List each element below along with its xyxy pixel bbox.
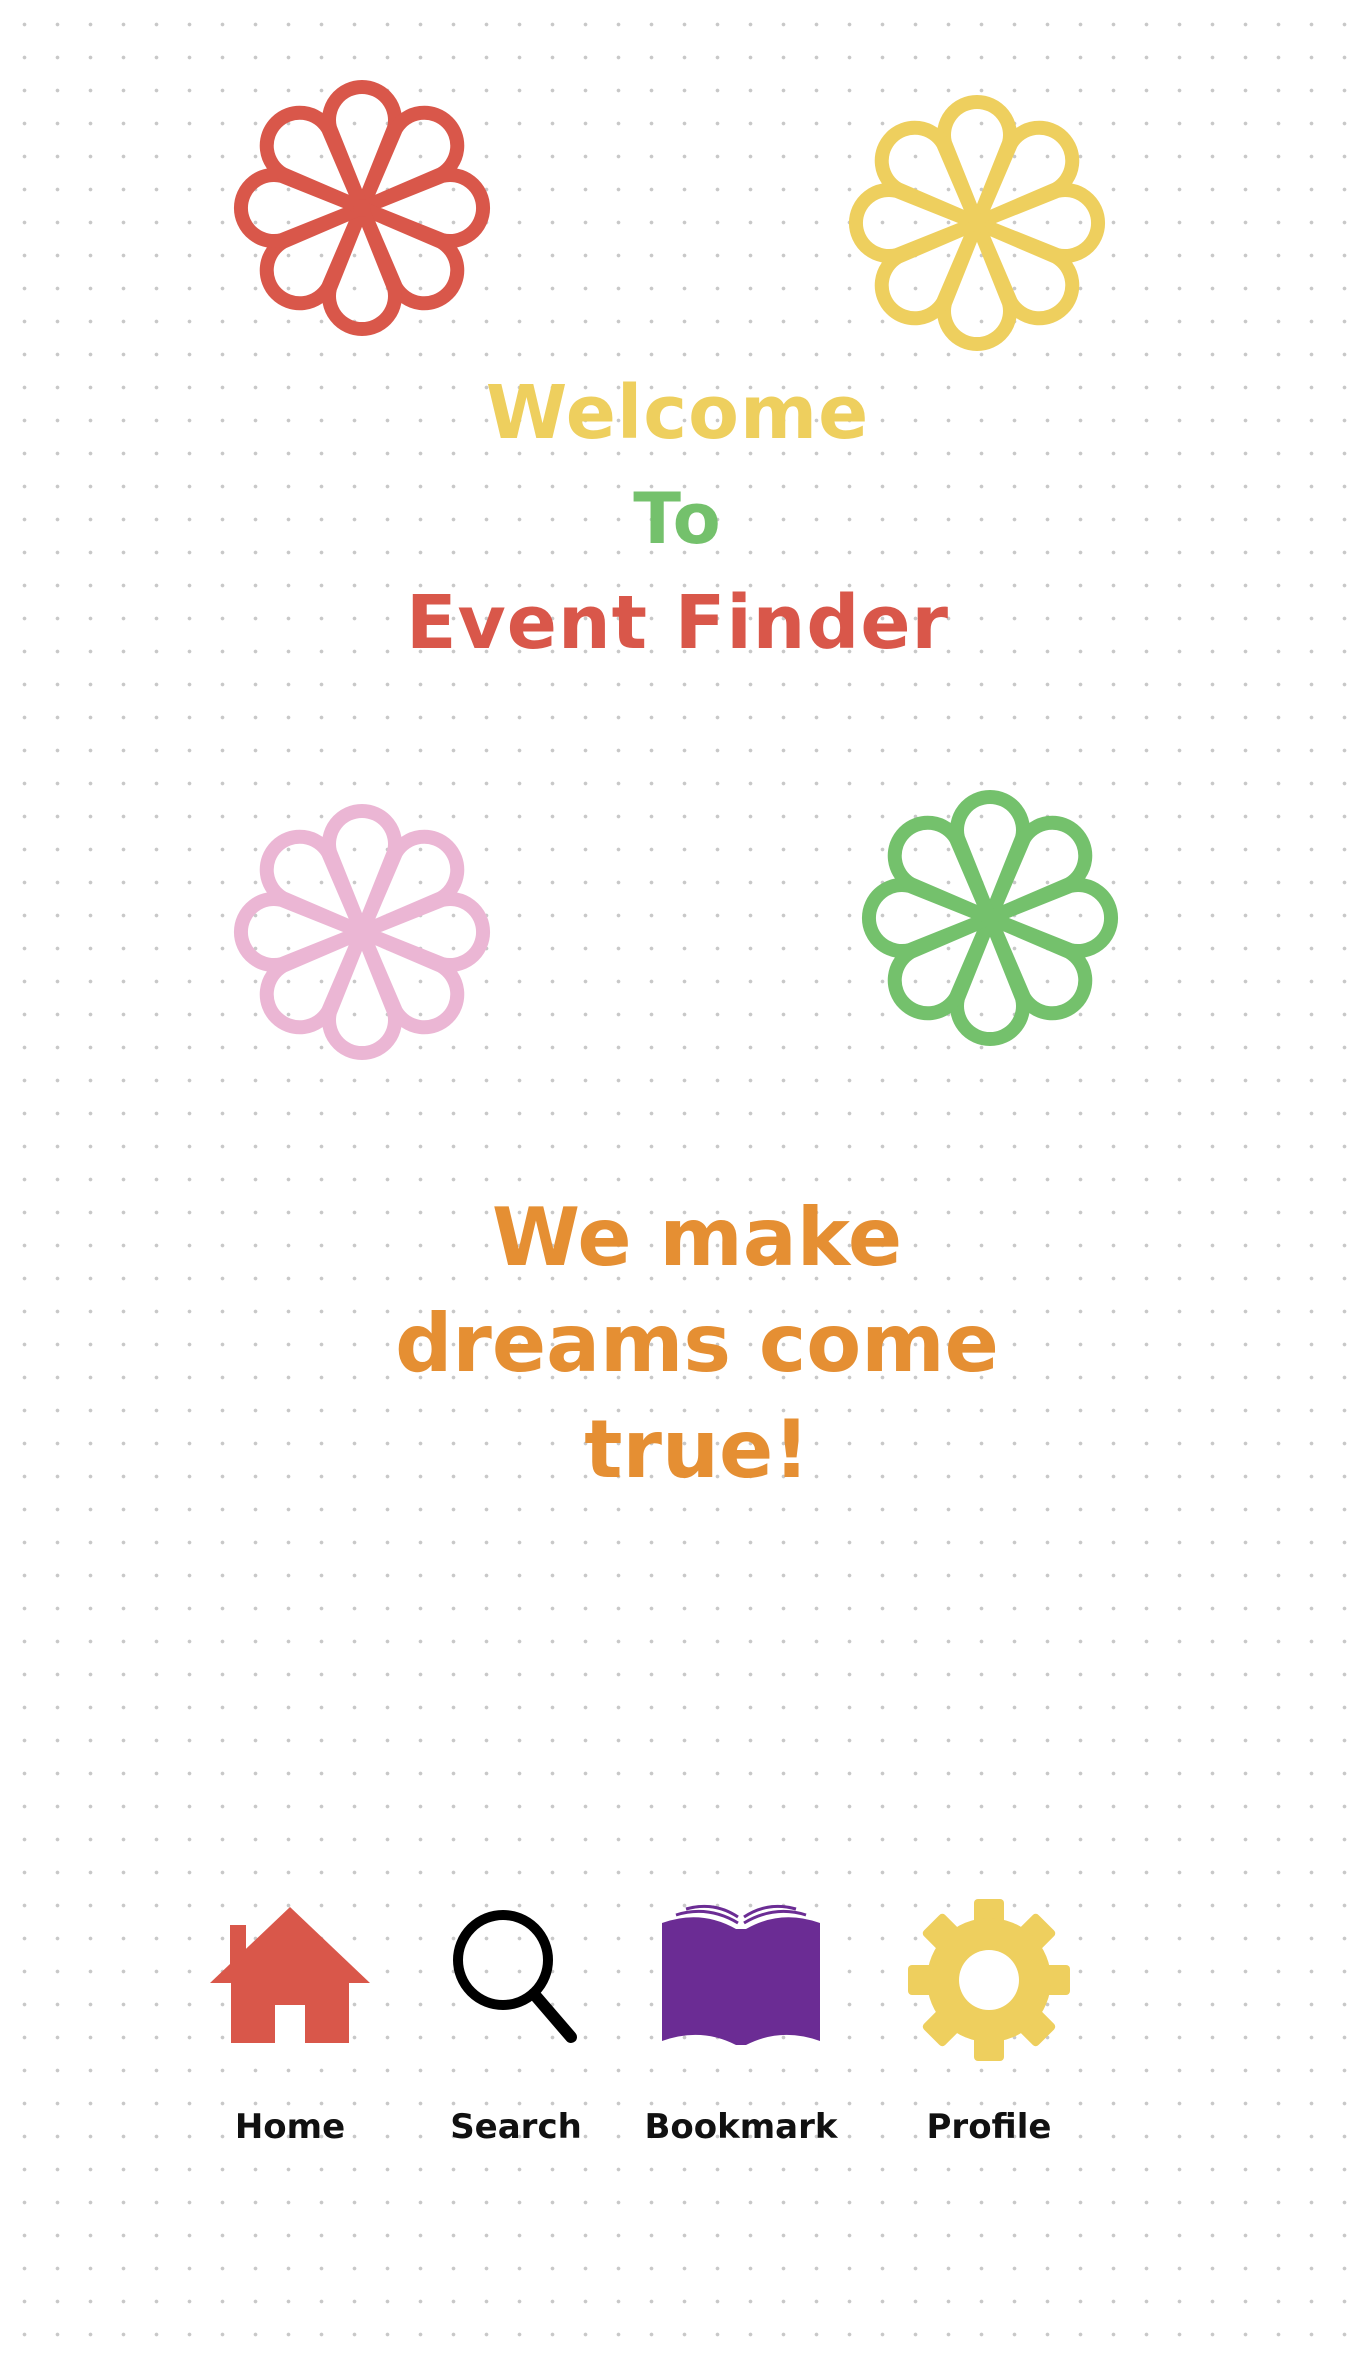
nav-label-search: Search	[450, 2107, 582, 2147]
nav-item-home[interactable]: Home	[180, 1895, 400, 2165]
gear-icon[interactable]	[904, 1895, 1074, 2065]
nav-label-profile: Profile	[926, 2107, 1052, 2147]
to-heading: To	[633, 478, 722, 560]
book-icon[interactable]	[656, 1895, 826, 2065]
nav-label-bookmark: Bookmark	[644, 2107, 838, 2147]
app-title: Event Finder	[405, 580, 950, 666]
flower-icon	[212, 58, 512, 358]
welcome-heading: Welcome	[485, 370, 870, 456]
nav-item-bookmark[interactable]: Bookmark	[631, 1895, 851, 2165]
nav-item-profile[interactable]: Profile	[879, 1895, 1099, 2165]
flower-icon	[212, 782, 512, 1082]
nav-item-search[interactable]: Search	[406, 1895, 626, 2165]
flower-icon	[840, 768, 1140, 1068]
search-icon[interactable]	[431, 1895, 601, 2065]
tagline: We make dreams come true!	[395, 1191, 999, 1496]
nav-label-home: Home	[234, 2107, 346, 2147]
flower-icon	[827, 73, 1127, 373]
home-icon[interactable]	[205, 1895, 375, 2065]
